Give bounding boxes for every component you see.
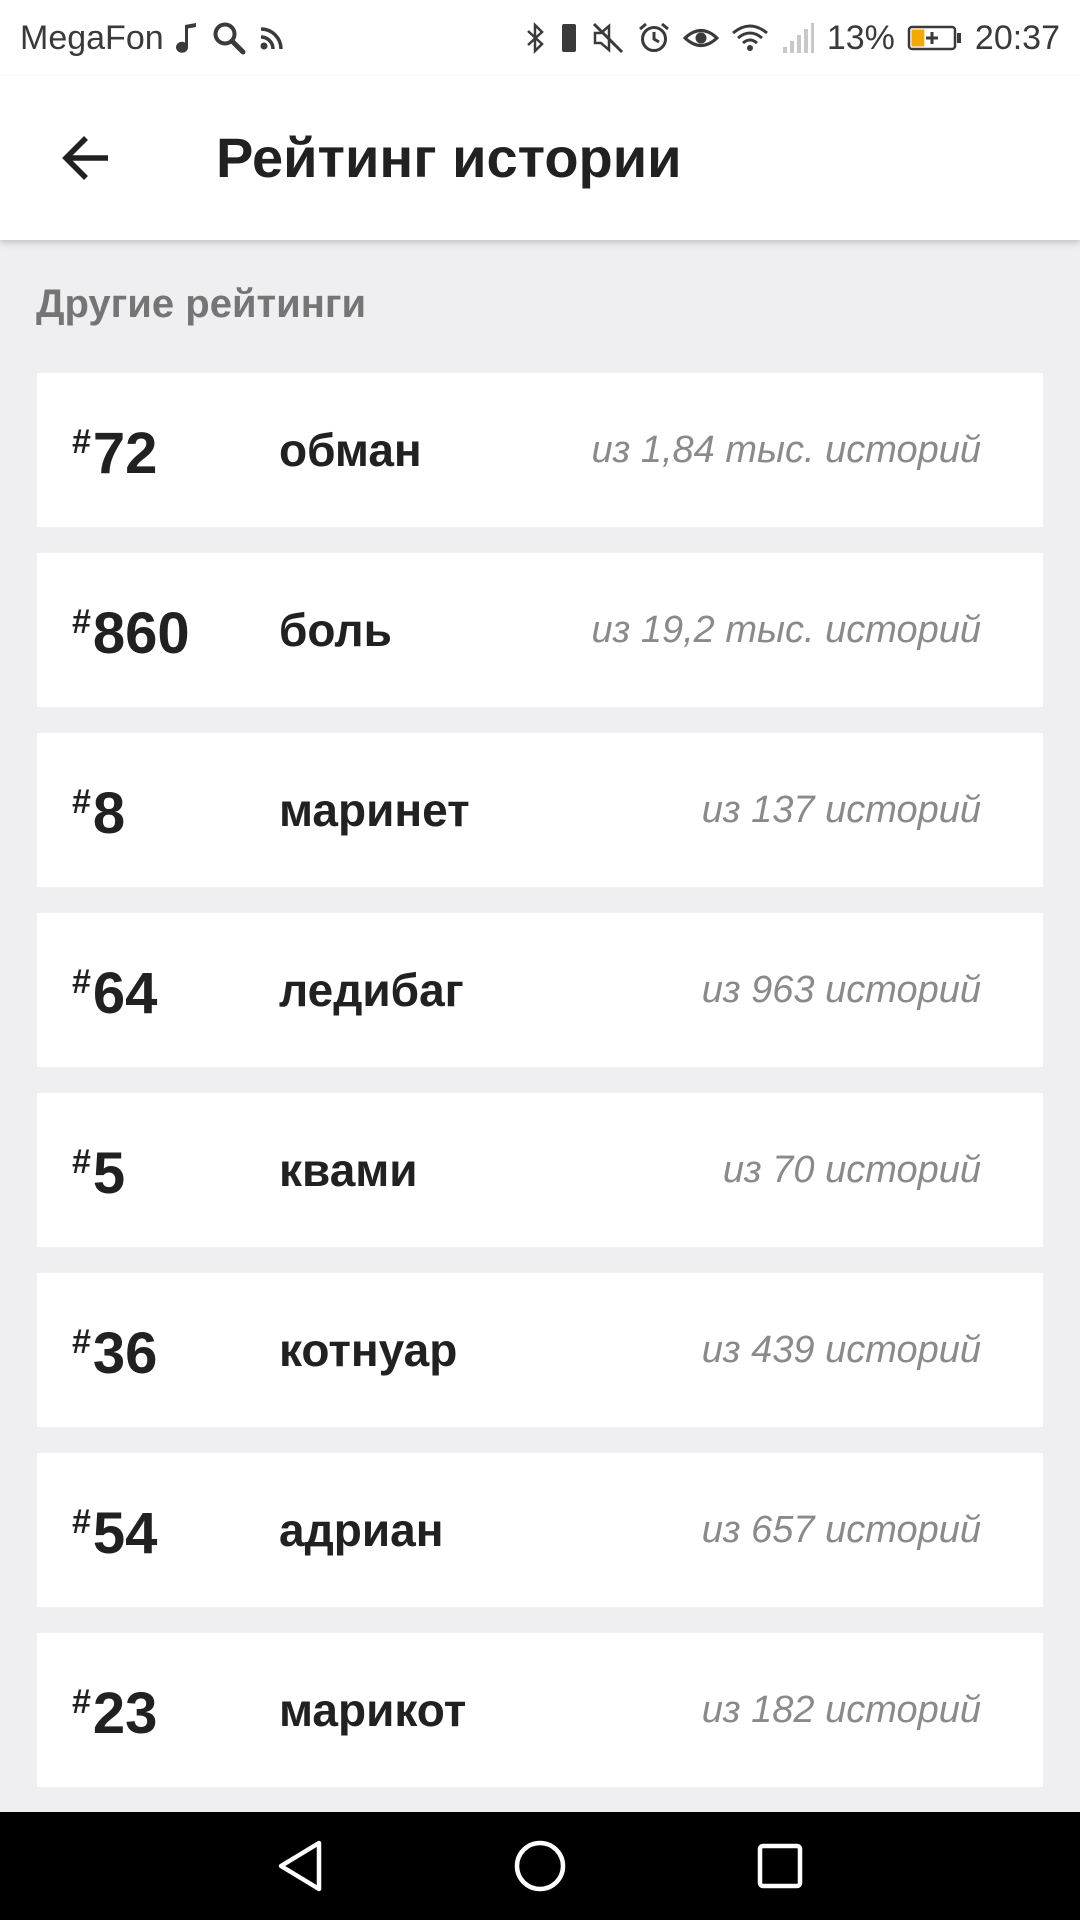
tag-count: из 137 историй (701, 789, 981, 831)
recents-square-icon (757, 1843, 803, 1889)
status-bar-left: MegaFon (20, 0, 286, 76)
rank: # 64 (72, 913, 157, 1067)
section-header: Другие рейтинги (36, 282, 367, 326)
rank-hash: # (72, 603, 91, 641)
rank-number: 64 (92, 960, 158, 1026)
tag-name: маринет (279, 784, 470, 836)
rank: # 36 (72, 1273, 157, 1427)
page-title: Рейтинг истории (216, 126, 682, 189)
mute-icon (591, 21, 625, 55)
nav-home-button[interactable] (490, 1832, 590, 1900)
nav-back-button[interactable] (250, 1832, 350, 1900)
tag-count: из 70 историй (722, 1149, 981, 1191)
tag-name: боль (279, 604, 392, 656)
rating-card[interactable]: # 860 боль из 19,2 тыс. историй (37, 553, 1043, 707)
tag-name: ледибаг (279, 964, 464, 1016)
rank: # 8 (72, 733, 125, 887)
home-circle-icon (514, 1840, 566, 1892)
vibrate-icon (559, 21, 579, 55)
rank-hash: # (72, 1143, 91, 1181)
music-note-icon (175, 21, 200, 55)
rank-number: 23 (92, 1680, 158, 1746)
rank: # 72 (72, 373, 157, 527)
rating-card[interactable]: # 5 квами из 70 историй (37, 1093, 1043, 1247)
tag-count: из 439 историй (701, 1329, 981, 1371)
rank-number: 36 (92, 1320, 158, 1386)
rank-hash: # (72, 1323, 91, 1361)
nav-recents-button[interactable] (730, 1832, 830, 1900)
navigation-bar (0, 1812, 1080, 1920)
search-icon (212, 21, 246, 55)
rss-icon (258, 24, 286, 52)
tag-count: из 657 историй (701, 1509, 981, 1551)
rank-number: 860 (92, 600, 190, 666)
rank: # 23 (72, 1633, 157, 1787)
rating-card[interactable]: # 23 марикот из 182 историй (37, 1633, 1043, 1787)
rating-card[interactable]: # 64 ледибаг из 963 историй (37, 913, 1043, 1067)
rank-hash: # (72, 1683, 91, 1721)
tag-name: обман (279, 424, 422, 476)
alarm-icon (637, 21, 671, 55)
rank-hash: # (72, 1503, 91, 1541)
status-bar-right: 13% 20:37 (525, 0, 1060, 76)
tag-name: адриан (279, 1504, 444, 1556)
bluetooth-icon (525, 21, 547, 55)
rating-card[interactable]: # 72 обман из 1,84 тыс. историй (37, 373, 1043, 527)
rank-number: 72 (92, 420, 158, 486)
rating-card[interactable]: # 8 маринет из 137 историй (37, 733, 1043, 887)
rank-hash: # (72, 963, 91, 1001)
clock: 20:37 (974, 19, 1060, 57)
tag-count: из 963 историй (701, 969, 981, 1011)
rank-number: 5 (92, 1140, 126, 1206)
tag-count: из 1,84 тыс. историй (591, 429, 982, 471)
rank-number: 8 (92, 780, 126, 846)
tag-count: из 182 историй (701, 1689, 981, 1731)
battery-percent: 13% (826, 19, 895, 57)
rank-number: 54 (92, 1500, 158, 1566)
eye-icon (682, 21, 719, 55)
rank: # 54 (72, 1453, 157, 1607)
tag-name: квами (279, 1144, 418, 1196)
arrow-left-icon (62, 136, 108, 180)
content-scroll-area[interactable]: Другие рейтинги # 72 обман из 1,84 тыс. … (0, 240, 1080, 1812)
rank: # 5 (72, 1093, 125, 1247)
tag-name: котнуар (279, 1324, 458, 1376)
battery-charging-icon (907, 21, 963, 55)
signal-icon (781, 21, 815, 55)
rating-card[interactable]: # 36 котнуар из 439 историй (37, 1273, 1043, 1427)
carrier-name: MegaFon (20, 19, 164, 57)
back-button[interactable] (44, 116, 128, 200)
wifi-icon (731, 21, 769, 55)
rating-list: # 72 обман из 1,84 тыс. историй # 860 бо… (37, 373, 1043, 1812)
status-bar: MegaFon 13% 20:37 (0, 0, 1080, 76)
tag-name: марикот (279, 1684, 467, 1736)
rank-hash: # (72, 423, 91, 461)
rank: # 860 (72, 553, 190, 707)
rating-card[interactable]: # 54 адриан из 657 историй (37, 1453, 1043, 1607)
back-triangle-icon (278, 1840, 322, 1892)
app-bar: Рейтинг истории (0, 76, 1080, 240)
rank-hash: # (72, 783, 91, 821)
tag-count: из 19,2 тыс. историй (591, 609, 982, 651)
